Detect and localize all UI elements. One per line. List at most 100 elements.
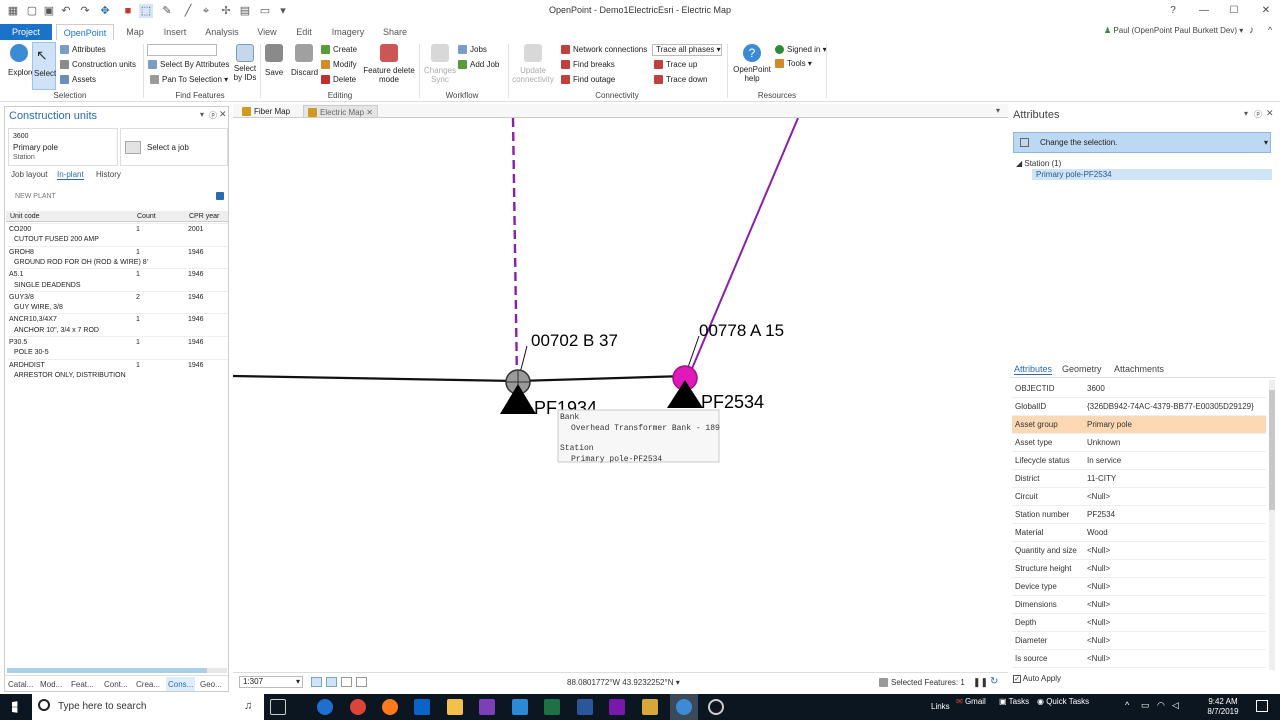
refresh-icon[interactable]: ↻ <box>990 676 998 687</box>
attribute-row[interactable]: OBJECTID 3600 <box>1012 380 1266 398</box>
feature-card[interactable]: 3600 Primary pole Station <box>8 128 118 166</box>
outlook-icon[interactable] <box>414 699 430 715</box>
attribute-value[interactable]: <Null> <box>1087 560 1110 578</box>
vertex-icon[interactable]: ⌖ <box>199 4 213 18</box>
tab-insert[interactable]: Insert <box>156 24 194 40</box>
selected-features-count[interactable]: Selected Features: 1 <box>879 678 965 688</box>
attributes-button[interactable]: Attributes <box>60 45 106 55</box>
chrome-icon[interactable] <box>350 699 366 715</box>
add-job-button[interactable]: Add Job <box>458 60 499 70</box>
gmail-link[interactable]: ✉ Gmail <box>956 697 986 706</box>
attribute-value[interactable]: <Null> <box>1087 488 1110 506</box>
find-outage-button[interactable]: Find outage <box>561 75 615 85</box>
select-job-card[interactable]: Select a job <box>120 128 228 166</box>
tab-job-layout[interactable]: Job layout <box>11 170 47 179</box>
pane-menu-icon[interactable]: ▾ <box>1244 109 1248 118</box>
pole-pf2534-symbol[interactable] <box>667 380 703 408</box>
arcgis-pro-taskbar-button[interactable] <box>670 694 698 720</box>
attribute-value[interactable]: 3600 <box>1087 380 1105 398</box>
tab-electric-map[interactable]: Electric Map ✕ <box>303 105 378 118</box>
ruler-icon[interactable]: ▭ <box>258 4 272 18</box>
secondary-line-east[interactable] <box>517 374 686 383</box>
attribute-row[interactable]: Device type <Null> <box>1012 578 1266 596</box>
pane-menu-icon[interactable]: ▾ <box>200 110 204 119</box>
edge-icon[interactable] <box>317 699 333 715</box>
secondary-line-west[interactable] <box>233 374 519 383</box>
save-button[interactable]: Save <box>265 44 283 77</box>
line-icon[interactable]: ╱ <box>181 4 195 18</box>
tab-analysis[interactable]: Analysis <box>200 24 244 40</box>
tree-node-selected-pole[interactable]: Primary pole-PF2534 <box>1032 169 1272 180</box>
reshape-icon[interactable]: ✢ <box>219 4 233 18</box>
attribute-row[interactable]: Circuit <Null> <box>1012 488 1266 506</box>
col-count[interactable]: Count <box>137 211 156 222</box>
help-icon[interactable]: ? <box>1163 3 1183 19</box>
attribute-value[interactable]: <Null> <box>1087 578 1110 596</box>
tab-imagery[interactable]: Imagery <box>324 24 372 40</box>
file-explorer-icon[interactable] <box>447 699 463 715</box>
table-row-description[interactable]: ANCHOR 10", 3/4 x 7 ROD <box>8 325 228 336</box>
attribute-value[interactable]: <Null> <box>1087 542 1110 560</box>
close-icon[interactable]: ✕ <box>219 109 227 120</box>
table-row-description[interactable]: ARRESTOR ONLY, DISTRIBUTION <box>8 370 228 381</box>
move-icon[interactable]: ✥ <box>98 4 112 18</box>
change-selection-select[interactable]: Change the selection. ▾ <box>1013 132 1271 153</box>
attribute-row[interactable]: Dimensions <Null> <box>1012 596 1266 614</box>
jobs-button[interactable]: Jobs <box>458 45 487 55</box>
table-row-description[interactable]: GUY WIRE, 3/8 <box>8 302 228 313</box>
map-canvas[interactable]: 00702 B 37 00778 A 15 PF1934 PF2534 Bank… <box>233 118 1008 676</box>
maximize-button[interactable]: ☐ <box>1224 3 1244 19</box>
tab-features[interactable]: Feat... <box>71 680 94 689</box>
trace-up-button[interactable]: Trace up <box>654 60 697 70</box>
table-row[interactable]: ANCR10,3/4X7 1 1946 <box>8 313 228 325</box>
pictures-icon[interactable] <box>642 699 658 715</box>
pan-to-selection-button[interactable]: Pan To Selection ▾ <box>150 75 228 85</box>
tools-button[interactable]: Tools ▾ <box>775 59 812 69</box>
word-icon[interactable] <box>577 699 593 715</box>
scale-select[interactable]: 1:307 ▾ <box>239 676 303 688</box>
task-view-icon[interactable] <box>270 699 286 715</box>
tab-modify[interactable]: Mod... <box>40 680 62 689</box>
table-row[interactable]: CO200 1 2001 <box>8 223 228 235</box>
tab-geometry[interactable]: Geometry <box>1062 364 1102 374</box>
edit-icon[interactable]: ✎ <box>160 4 174 18</box>
network-tray-icon[interactable]: ▭ <box>1141 700 1150 711</box>
tab-history[interactable]: History <box>96 170 121 179</box>
tab-contents[interactable]: Cont... <box>104 680 128 689</box>
tasks-link[interactable]: ▣ Tasks <box>999 697 1029 706</box>
action-center-icon[interactable] <box>1256 700 1268 712</box>
table-row[interactable]: GROH8 1 1946 <box>8 245 228 257</box>
attribute-value[interactable]: <Null> <box>1087 650 1110 668</box>
obs-icon[interactable] <box>708 699 724 715</box>
snapping-icon[interactable] <box>326 677 337 687</box>
attribute-row[interactable]: Is source <Null> <box>1012 650 1266 668</box>
notification-bell-icon[interactable]: ♪ <box>1249 25 1254 36</box>
save-icon[interactable]: ▣ <box>42 4 56 18</box>
close-button[interactable]: ✕ <box>1256 3 1276 19</box>
firefox-icon[interactable] <box>382 699 398 715</box>
trace-phases-select[interactable]: Trace all phases ▾ <box>652 44 722 56</box>
horizontal-scrollbar[interactable] <box>7 668 227 673</box>
ribbon-collapse-icon[interactable]: ^ <box>1268 25 1272 35</box>
discard-button[interactable]: Discard <box>291 44 318 77</box>
update-connectivity-button[interactable]: Update connectivity <box>510 44 556 84</box>
links-toolbar[interactable]: Links <box>931 702 950 711</box>
pin-icon[interactable]: ⓟ <box>1254 109 1262 120</box>
attribute-value[interactable]: 11-CITY <box>1087 470 1116 488</box>
tab-project[interactable]: Project <box>0 24 52 40</box>
wifi-icon[interactable]: ◠ <box>1157 700 1165 711</box>
toolbox-icon[interactable]: ■ <box>121 4 135 18</box>
attribute-value[interactable]: Primary pole <box>1087 416 1132 434</box>
pole-pf1934-symbol[interactable] <box>500 384 536 414</box>
volume-icon[interactable]: ◁ <box>1172 700 1179 711</box>
changes-sync-button[interactable]: Changes Sync <box>422 44 458 84</box>
table-row[interactable]: ARDHDIST 1 1946 <box>8 358 228 370</box>
select-by-attributes-button[interactable]: Select By Attributes <box>148 60 229 70</box>
table-row-description[interactable]: CUTOUT FUSED 200 AMP <box>8 234 228 245</box>
attribute-row[interactable]: District 11-CITY <box>1012 470 1266 488</box>
tab-catalog[interactable]: Catal... <box>8 680 33 689</box>
minimize-button[interactable]: — <box>1194 3 1214 19</box>
attribute-value[interactable]: {326DB942-74AC-4379-BB77-E00305D29129} <box>1087 398 1254 416</box>
attribute-row[interactable]: Asset type Unknown <box>1012 434 1266 452</box>
col-cpr-year[interactable]: CPR year <box>189 211 219 222</box>
